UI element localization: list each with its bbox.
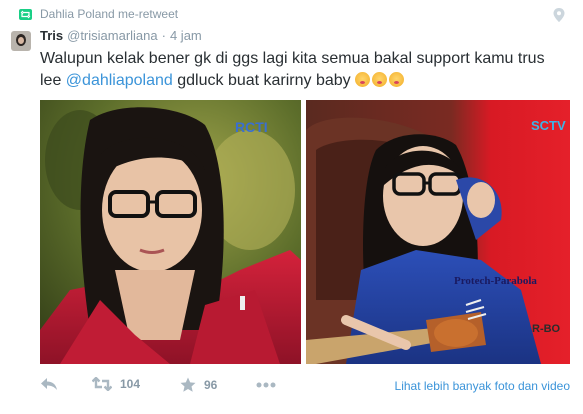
- tweet-text-part2: gdluck buat karirny baby: [172, 72, 356, 89]
- photo-left-image: RCTI: [40, 100, 301, 364]
- separator-dot: ·: [161, 28, 166, 43]
- rcti-watermark: RCTI: [235, 119, 268, 135]
- tweet-actions: 104 96 Lihat lebih banyak foto dan video: [40, 377, 570, 397]
- avatar[interactable]: [11, 31, 31, 51]
- star-icon: [180, 377, 196, 392]
- photo-right-image: SCTV Protech-Parabola R-BO: [306, 100, 570, 364]
- reply-button[interactable]: [40, 377, 58, 391]
- photo-right[interactable]: SCTV Protech-Parabola R-BO: [306, 100, 570, 364]
- screen-name[interactable]: @trisiamarliana: [67, 28, 158, 43]
- more-button[interactable]: [256, 382, 276, 388]
- mention-link[interactable]: @dahliapoland: [66, 72, 173, 89]
- more-icon: [256, 382, 276, 388]
- sctv-logo: SCTV: [531, 118, 566, 133]
- avatar-face: [18, 37, 24, 44]
- rbo-watermark: R-BO: [532, 323, 561, 335]
- favorite-button[interactable]: 96: [180, 377, 217, 393]
- kiss-emoji-icon: [372, 72, 388, 87]
- retweet-context-text[interactable]: Dahlia Poland me-retweet: [40, 7, 178, 21]
- tweet-header: Tris @trisiamarliana · 4 jam: [40, 28, 202, 43]
- retweet-icon: [92, 377, 112, 391]
- retweet-context[interactable]: Dahlia Poland me-retweet: [19, 6, 178, 22]
- favorite-count: 96: [204, 378, 218, 392]
- tweet-text: Walupun kelak bener gk di ggs lagi kita …: [40, 48, 570, 92]
- display-name[interactable]: Tris: [40, 28, 63, 43]
- retweet-small-icon: [19, 8, 32, 20]
- photo-left[interactable]: RCTI: [40, 100, 301, 364]
- protech-watermark: Protech-Parabola: [454, 275, 537, 287]
- location-pin-icon[interactable]: [553, 8, 565, 22]
- kiss-emoji-icon: [389, 72, 405, 87]
- retweet-count: 104: [120, 377, 141, 391]
- more-photos-link[interactable]: Lihat lebih banyak foto dan video: [395, 379, 570, 393]
- kiss-emoji-icon: [355, 72, 371, 87]
- reply-icon: [41, 378, 57, 390]
- timestamp[interactable]: 4 jam: [170, 28, 202, 43]
- retweet-button[interactable]: 104: [92, 377, 140, 391]
